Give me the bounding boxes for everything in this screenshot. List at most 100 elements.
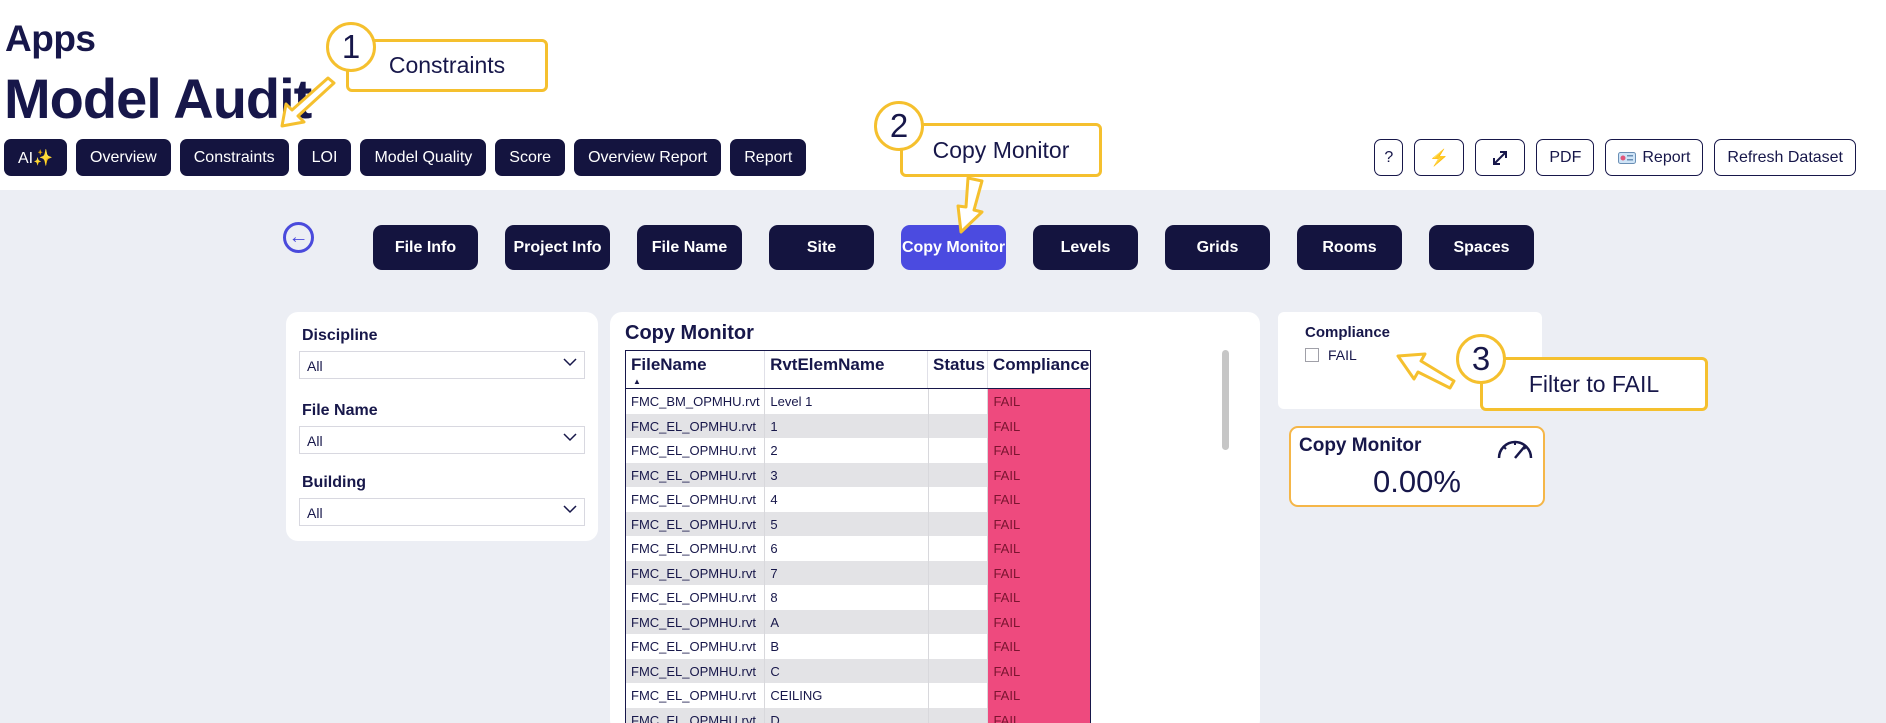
report-export-label: Report [1642, 148, 1691, 166]
tab-file-info[interactable]: File Info [373, 225, 478, 270]
cell-compliance: FAIL [988, 389, 1090, 414]
nav-overview-button[interactable]: Overview [76, 139, 171, 176]
copy-monitor-table-card: Copy Monitor FileName ▲ RvtElemName Stat… [610, 312, 1260, 723]
callout-filter-fail: Filter to FAIL [1480, 357, 1708, 411]
cell-filename: FMC_EL_OPMHU.rvt [626, 511, 766, 536]
tab-spaces[interactable]: Spaces [1429, 225, 1534, 270]
tab-site[interactable]: Site [769, 225, 874, 270]
expand-icon [1493, 150, 1508, 165]
nav-constraints-button[interactable]: Constraints [179, 139, 289, 176]
kpi-title: Copy Monitor [1299, 435, 1422, 456]
cell-status [929, 487, 989, 512]
cell-rvtelemname: 5 [765, 511, 929, 536]
cell-compliance: FAIL [988, 560, 1090, 585]
column-header-label: FileName [631, 355, 707, 374]
nav-ai-button[interactable]: AI✨ [4, 139, 68, 176]
table-row[interactable]: FMC_EL_OPMHU.rvt 3 FAIL [626, 462, 1090, 487]
tab-project-info[interactable]: Project Info [505, 225, 610, 270]
cell-compliance: FAIL [988, 511, 1090, 536]
nav-loi-button[interactable]: LOI [297, 139, 352, 176]
tab-levels[interactable]: Levels [1033, 225, 1138, 270]
tab-rooms[interactable]: Rooms [1297, 225, 1402, 270]
nav-report-button[interactable]: Report [730, 139, 807, 176]
cell-rvtelemname: 8 [765, 585, 929, 610]
chevron-down-icon [563, 433, 577, 442]
cell-rvtelemname: CEILING [765, 683, 929, 708]
nav-model-quality-button[interactable]: Model Quality [360, 139, 487, 176]
column-header-filename[interactable]: FileName ▲ [626, 351, 766, 388]
refresh-dataset-button[interactable]: Refresh Dataset [1714, 139, 1856, 176]
table-row[interactable]: FMC_EL_OPMHU.rvt 4 FAIL [626, 487, 1090, 512]
cell-rvtelemname: D [765, 707, 929, 723]
copy-monitor-table: FileName ▲ RvtElemName Status Compliance… [625, 350, 1091, 723]
cell-status [929, 634, 989, 659]
help-button[interactable]: ? [1374, 139, 1404, 176]
table-title: Copy Monitor [625, 322, 754, 344]
report-card-icon [1618, 151, 1637, 164]
file-name-dropdown[interactable]: All [299, 426, 585, 454]
cell-filename: FMC_EL_OPMHU.rvt [626, 658, 766, 683]
column-header-rvtelemname[interactable]: RvtElemName [765, 351, 928, 388]
column-header-status[interactable]: Status [928, 351, 988, 388]
table-scrollbar[interactable] [1222, 350, 1229, 450]
table-row[interactable]: FMC_EL_OPMHU.rvt 7 FAIL [626, 560, 1090, 585]
table-row[interactable]: FMC_EL_OPMHU.rvt 2 FAIL [626, 438, 1090, 463]
callout-number-1: 1 [326, 22, 376, 72]
cell-compliance: FAIL [988, 462, 1090, 487]
cell-rvtelemname: 4 [765, 487, 929, 512]
cell-compliance: FAIL [988, 487, 1090, 512]
tab-grids[interactable]: Grids [1165, 225, 1270, 270]
table-row[interactable]: FMC_EL_OPMHU.rvt D FAIL [626, 707, 1090, 723]
table-row[interactable]: FMC_EL_OPMHU.rvt 8 FAIL [626, 585, 1090, 610]
cell-status [929, 438, 989, 463]
toolbar: ? ⚡ PDF Report Refresh Dataset [1374, 139, 1856, 176]
cell-filename: FMC_EL_OPMHU.rvt [626, 683, 766, 708]
cell-filename: FMC_EL_OPMHU.rvt [626, 609, 766, 634]
cell-rvtelemname: 6 [765, 536, 929, 561]
building-dropdown[interactable]: All [299, 498, 585, 526]
table-header: FileName ▲ RvtElemName Status Compliance [626, 351, 1090, 389]
report-export-button[interactable]: Report [1605, 139, 1704, 176]
pdf-button[interactable]: PDF [1536, 139, 1595, 176]
cell-status [929, 707, 989, 723]
table-row[interactable]: FMC_EL_OPMHU.rvt 1 FAIL [626, 413, 1090, 438]
fail-option-label[interactable]: FAIL [1328, 347, 1357, 363]
cell-filename: FMC_EL_OPMHU.rvt [626, 560, 766, 585]
table-row[interactable]: FMC_BM_OPMHU.rvt Level 1 FAIL [626, 389, 1090, 414]
column-header-compliance[interactable]: Compliance [988, 351, 1090, 388]
cell-compliance: FAIL [988, 634, 1090, 659]
cell-rvtelemname: 7 [765, 560, 929, 585]
cell-status [929, 585, 989, 610]
building-value: All [307, 505, 323, 521]
back-arrow-icon[interactable]: ← [283, 222, 314, 253]
table-row[interactable]: FMC_EL_OPMHU.rvt B FAIL [626, 634, 1090, 659]
cell-filename: FMC_EL_OPMHU.rvt [626, 585, 766, 610]
cell-compliance: FAIL [988, 609, 1090, 634]
lightning-icon: ⚡ [1429, 149, 1450, 167]
main-nav: AI✨ Overview Constraints LOI Model Quali… [4, 139, 807, 176]
cell-compliance: FAIL [988, 536, 1090, 561]
nav-overview-report-button[interactable]: Overview Report [574, 139, 722, 176]
table-row[interactable]: FMC_EL_OPMHU.rvt 6 FAIL [626, 536, 1090, 561]
table-row[interactable]: FMC_EL_OPMHU.rvt A FAIL [626, 609, 1090, 634]
cell-compliance: FAIL [988, 707, 1090, 723]
cell-status [929, 658, 989, 683]
page-title: Model Audit [4, 67, 312, 130]
nav-score-button[interactable]: Score [495, 139, 566, 176]
cell-status [929, 511, 989, 536]
discipline-dropdown[interactable]: All [299, 351, 585, 379]
tab-file-name[interactable]: File Name [637, 225, 742, 270]
lightning-button[interactable]: ⚡ [1414, 139, 1465, 176]
fail-checkbox[interactable] [1305, 348, 1319, 362]
building-label: Building [302, 474, 366, 491]
copy-monitor-kpi: Copy Monitor 0.00% [1289, 426, 1545, 507]
callout-copy-monitor: Copy Monitor [900, 123, 1102, 177]
table-row[interactable]: FMC_EL_OPMHU.rvt C FAIL [626, 658, 1090, 683]
table-row[interactable]: FMC_EL_OPMHU.rvt CEILING FAIL [626, 683, 1090, 708]
table-row[interactable]: FMC_EL_OPMHU.rvt 5 FAIL [626, 511, 1090, 536]
cell-rvtelemname: 1 [765, 413, 929, 438]
sort-ascending-icon: ▲ [633, 377, 641, 386]
expand-button[interactable] [1475, 139, 1526, 176]
cell-rvtelemname: 3 [765, 462, 929, 487]
cell-compliance: FAIL [988, 658, 1090, 683]
